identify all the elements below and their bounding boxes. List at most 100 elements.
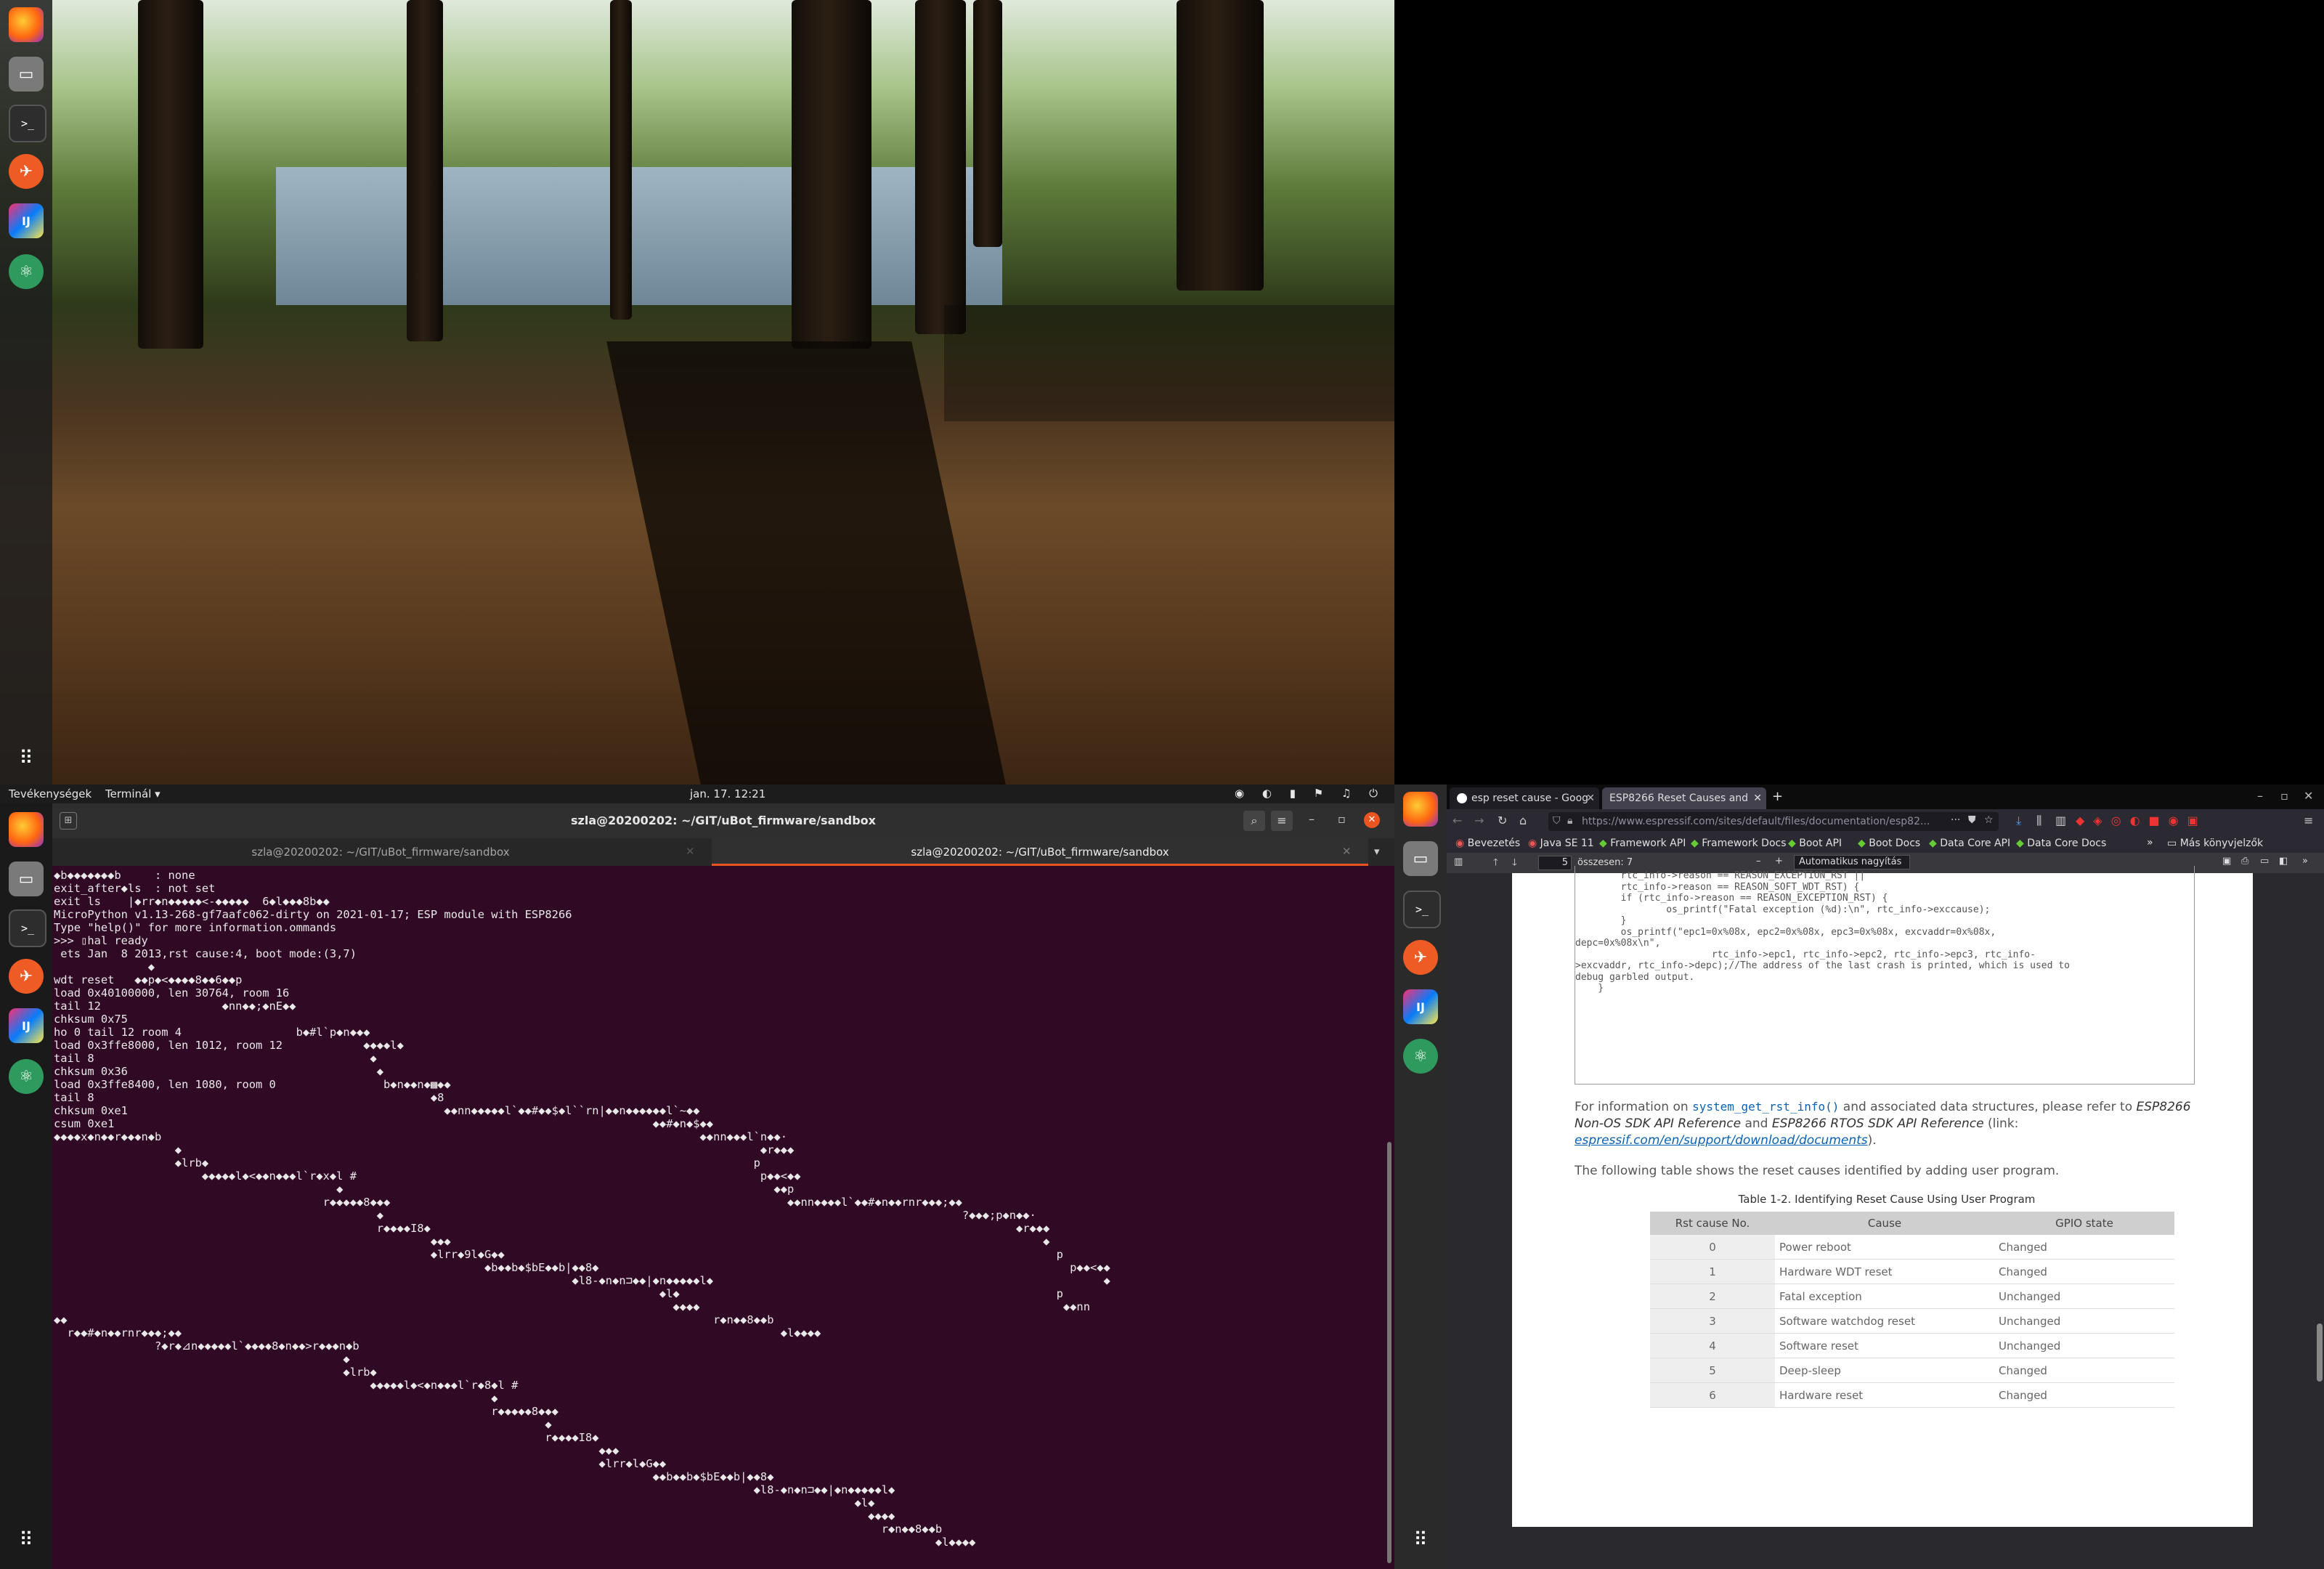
pdf-viewer[interactable]: rtc_info->reason == REASON_EXCEPTION_RST…	[1447, 866, 2324, 1569]
code-line: rtc_info->reason == REASON_SOFT_WDT_RST)…	[1575, 881, 1860, 893]
open-file-icon[interactable]: ▭	[2260, 856, 2269, 867]
print-icon[interactable]: ⎙	[2241, 856, 2248, 867]
firefox-icon[interactable]	[9, 7, 44, 42]
new-tab-button[interactable]: +	[1772, 789, 1783, 804]
postman-icon[interactable]: ✈	[1403, 940, 1438, 975]
pocket-icon[interactable]: ⛊	[1968, 814, 1976, 826]
sidebar-icon[interactable]: ▥	[2055, 814, 2066, 827]
maximize-icon[interactable]: ▫	[2280, 789, 2288, 803]
code-line: }	[1575, 983, 1604, 994]
bookmark-item[interactable]: ◆ Boot Docs	[1858, 838, 1920, 849]
table-row: 1 Hardware WDT reset Changed	[1650, 1259, 2174, 1284]
maximize-icon[interactable]: ▫	[1338, 812, 1346, 826]
zoom-out-icon[interactable]: –	[1756, 856, 1761, 867]
terminal-icon[interactable]: >_	[1403, 891, 1441, 928]
files-icon[interactable]: ▭	[9, 861, 44, 896]
bookmark-item[interactable]: ◉ Java SE 11	[1528, 838, 1594, 849]
terminal-app-menu[interactable]: Terminál ▾	[105, 787, 161, 800]
terminal-icon[interactable]: >_	[9, 105, 46, 142]
close-tab-icon[interactable]: ✕	[1753, 792, 1762, 804]
bookmark-label: Bevezetés	[1467, 838, 1521, 849]
postman-icon[interactable]: ✈	[9, 959, 44, 994]
files-icon[interactable]: ▭	[1403, 841, 1438, 876]
browser-tab-active[interactable]: ESP8266 Reset Causes and ✕	[1602, 787, 1766, 809]
terminal-body[interactable]: ◆b◆◆◆◆◆◆◆b : none exit_after◆ls : not se…	[52, 866, 1394, 1569]
terminal-tab-active[interactable]: szla@20200202: ~/GIT/uBot_firmware/sandb…	[712, 838, 1368, 866]
previous-page-icon[interactable]: 🡑	[1493, 856, 1498, 872]
atom-icon[interactable]: ⚛	[9, 1059, 44, 1094]
open-menu-icon[interactable]: ≡	[2304, 814, 2313, 827]
pdf-scrollbar[interactable]	[2317, 1323, 2323, 1382]
page-actions-icon[interactable]: ···	[1951, 814, 1960, 826]
bookmark-icon[interactable]: ◧	[2279, 856, 2288, 867]
page-number-input[interactable]: 5	[1538, 856, 1572, 870]
lock-icon[interactable]: 🔒︎	[1567, 815, 1572, 827]
zoom-in-icon[interactable]: +	[1775, 856, 1783, 867]
next-page-icon[interactable]: 🡓	[1512, 856, 1517, 872]
postman-icon[interactable]: ✈	[9, 154, 44, 189]
firefox-icon[interactable]	[9, 812, 44, 847]
bookmark-star-icon[interactable]: ☆	[1984, 814, 1994, 826]
intellij-icon[interactable]: IJ	[1403, 989, 1438, 1024]
table-row: 2 Fatal exception Unchanged	[1650, 1284, 2174, 1309]
code-line: rtc_info->reason == REASON_EXCEPTION_RST…	[1575, 870, 1866, 881]
other-bookmarks[interactable]: ▭ Más könyvjelzők	[2167, 838, 2263, 849]
firefox-icon[interactable]	[1403, 792, 1438, 827]
show-apps-icon[interactable]: ⠿	[9, 741, 44, 776]
files-icon[interactable]: ▭	[9, 57, 44, 92]
close-tab-icon[interactable]: ✕	[686, 845, 695, 858]
dock-top-monitor: ▭ >_ ✈ IJ ⚛ ⠿	[0, 0, 52, 784]
bookmark-item[interactable]: ◆ Data Core API	[1929, 838, 2010, 849]
back-icon[interactable]: ←	[1452, 814, 1462, 827]
code-listing: rtc_info->reason == REASON_EXCEPTION_RST…	[1575, 870, 2070, 994]
code-line: os_printf("epc1=0x%08x, epc2=0x%08x, epc…	[1575, 926, 1996, 938]
minimize-icon[interactable]: –	[2257, 789, 2263, 803]
close-tab-icon[interactable]: ✕	[1342, 845, 1352, 858]
intellij-icon[interactable]: IJ	[9, 203, 44, 238]
forward-icon[interactable]: →	[1474, 814, 1484, 827]
documents-link[interactable]: espressif.com/en/support/download/docume…	[1575, 1133, 1868, 1148]
show-apps-icon[interactable]: ⠿	[1403, 1523, 1438, 1557]
close-tab-icon[interactable]: ✕	[1586, 792, 1595, 804]
reload-icon[interactable]: ↻	[1498, 814, 1507, 827]
bookmark-item[interactable]: ◉ Bevezetés	[1455, 838, 1520, 849]
google-favicon-icon	[1457, 793, 1467, 803]
code-line: }	[1575, 915, 1627, 926]
library-icon[interactable]: ⫼	[2036, 814, 2041, 828]
table-cell: 5	[1650, 1358, 1775, 1383]
url-bar[interactable]: ⛉ 🔒︎ https://www.espressif.com/sites/def…	[1548, 812, 1999, 831]
more-bookmarks-chevron-icon[interactable]: »	[2147, 837, 2153, 848]
minimize-icon[interactable]: –	[1309, 812, 1315, 826]
search-icon[interactable]: ⌕	[1243, 811, 1265, 831]
downloads-icon[interactable]: ⤓	[2016, 814, 2021, 828]
presentation-mode-icon[interactable]: ▣	[2222, 856, 2231, 867]
close-icon[interactable]: ✕	[2304, 789, 2313, 803]
atom-icon[interactable]: ⚛	[9, 254, 44, 289]
sidebar-toggle-icon[interactable]: ▥	[1454, 856, 1463, 867]
browser-tab[interactable]: esp reset cause - Google ✕	[1450, 787, 1599, 809]
shield-icon[interactable]: ⛉	[1553, 815, 1561, 827]
close-icon[interactable]: ✕	[1364, 812, 1380, 828]
intellij-icon[interactable]: IJ	[9, 1008, 44, 1043]
terminal-tab[interactable]: szla@20200202: ~/GIT/uBot_firmware/sandb…	[52, 838, 709, 866]
reference-title: ESP8266 RTOS SDK API Reference	[1771, 1116, 1984, 1131]
activities-button[interactable]: Tevékenységek	[9, 787, 92, 800]
bookmark-item[interactable]: ◆ Framework Docs	[1691, 838, 1787, 849]
terminal-scrollbar[interactable]	[1387, 1142, 1391, 1563]
clock[interactable]: jan. 17. 12:21	[690, 787, 765, 800]
atom-icon[interactable]: ⚛	[1403, 1039, 1438, 1074]
tools-icon[interactable]: »	[2302, 856, 2308, 867]
hamburger-menu-icon[interactable]: ≡	[1271, 811, 1293, 831]
show-apps-icon[interactable]: ⠿	[9, 1523, 44, 1557]
extension-icons[interactable]: ◆◈◎◐■◉▣	[2076, 814, 2207, 827]
tab-list-chevron-icon[interactable]: ▾	[1374, 845, 1380, 858]
bookmark-item[interactable]: ◆ Framework API	[1599, 838, 1686, 849]
bookmark-item[interactable]: ◆ Data Core Docs	[2016, 838, 2106, 849]
code-line: depc=0x%08x\n",	[1575, 938, 1661, 949]
wallpaper-tree	[138, 0, 203, 349]
table-cell: Fatal exception	[1775, 1284, 1994, 1309]
bookmark-item[interactable]: ◆ Boot API	[1788, 838, 1842, 849]
code-line: if (rtc_info->reason == REASON_EXCEPTION…	[1575, 893, 1888, 904]
home-icon[interactable]: ⌂	[1519, 814, 1527, 827]
terminal-icon[interactable]: >_	[9, 909, 46, 947]
